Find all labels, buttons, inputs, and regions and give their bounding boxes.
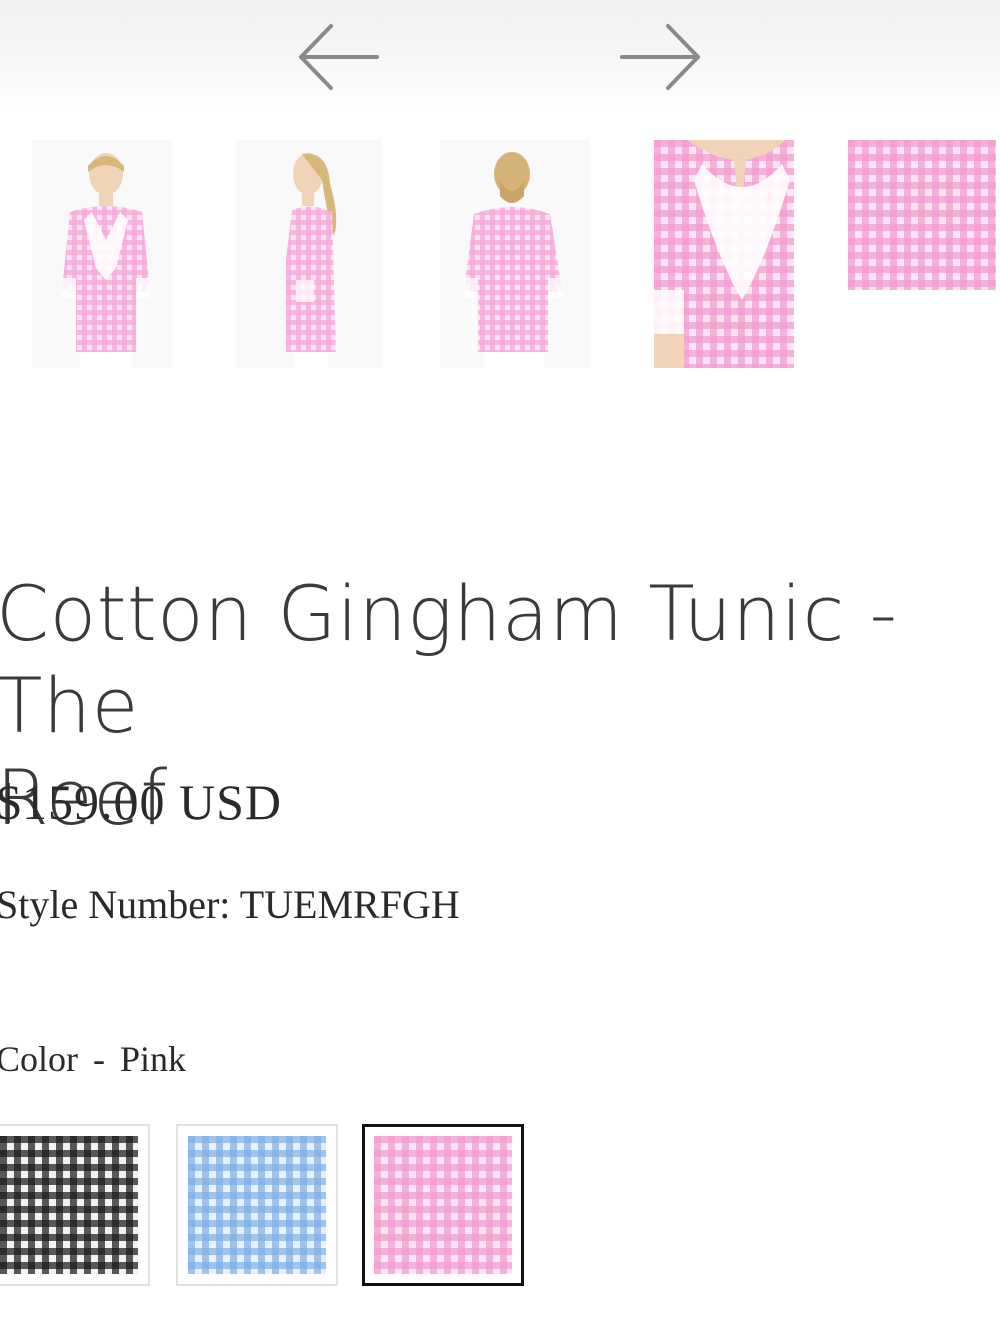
swatch-pink-pattern <box>374 1136 512 1274</box>
thumbnail-detail-view[interactable] <box>654 140 794 368</box>
color-value: Pink <box>120 1039 187 1079</box>
swatch-blue[interactable] <box>176 1124 338 1286</box>
thumbnail-back-view[interactable] <box>440 140 590 368</box>
style-number-label: Style Number: <box>0 882 231 927</box>
gallery-next-button[interactable] <box>618 22 702 92</box>
gallery-header-background <box>0 0 1000 110</box>
thumbnail-strip <box>0 140 1000 372</box>
style-number-value: TUEMRFGH <box>239 882 460 927</box>
color-label: Color <box>0 1039 79 1079</box>
style-number-row: Style Number: TUEMRFGH <box>0 880 460 930</box>
swatch-blue-pattern <box>188 1136 326 1274</box>
product-title-line-1: Cotton Gingham Tunic - The <box>0 569 898 750</box>
swatch-pink[interactable] <box>362 1124 524 1286</box>
gallery-prev-button[interactable] <box>297 22 381 92</box>
arrow-right-icon <box>620 24 700 90</box>
thumbnail-fabric-swatch[interactable] <box>848 140 996 290</box>
product-price: $159.00 USD <box>0 774 283 830</box>
swatch-black-pattern <box>0 1136 138 1274</box>
color-selection-label: Color - Pink <box>0 1036 186 1082</box>
thumbnail-side-view[interactable] <box>236 140 382 368</box>
thumbnail-front-view[interactable] <box>32 140 172 368</box>
arrow-left-icon <box>299 24 379 90</box>
color-separator: - <box>93 1039 106 1079</box>
swatch-black[interactable] <box>0 1124 150 1286</box>
